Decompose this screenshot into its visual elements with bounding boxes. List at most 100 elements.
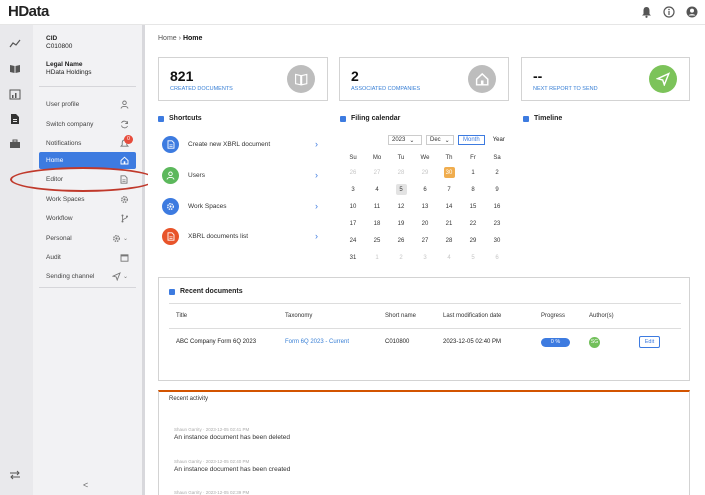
stat-card-next-report-to-send[interactable]: -- NEXT REPORT TO SEND: [521, 57, 690, 101]
year-select[interactable]: 2023 ⌄: [388, 135, 422, 145]
breadcrumb: Home › Home: [158, 35, 202, 42]
sidebar-item-workflow[interactable]: Workflow: [39, 210, 136, 227]
calendar-day[interactable]: 2: [485, 164, 509, 181]
shortcut-xbrl-documents-list[interactable]: XBRL documents list ›: [162, 225, 320, 247]
calendar-day[interactable]: 6: [413, 181, 437, 198]
transfer-icon[interactable]: [8, 468, 22, 482]
stat-number: 821: [170, 68, 194, 84]
home-icon: [468, 65, 496, 93]
cid-value: C010800: [46, 43, 73, 50]
sidebar-item-audit[interactable]: Audit: [39, 249, 136, 266]
column-header[interactable]: Progress: [541, 313, 589, 319]
briefcase-icon[interactable]: [8, 137, 22, 151]
year-view-button[interactable]: Year: [489, 135, 509, 145]
bell-icon[interactable]: [639, 5, 653, 19]
sidebar-item-sending-channel[interactable]: Sending channel ⌄: [39, 268, 136, 285]
edit-button[interactable]: Edit: [639, 336, 660, 348]
sidebar-item-home[interactable]: Home: [39, 152, 136, 169]
calendar-day[interactable]: 31: [341, 249, 365, 266]
column-header[interactable]: Short name: [385, 313, 443, 319]
calendar-day[interactable]: 16: [485, 198, 509, 215]
calendar-day[interactable]: 23: [485, 215, 509, 232]
shortcut-users[interactable]: Users ›: [162, 164, 320, 186]
sidebar-item-personal[interactable]: Personal ⌄: [39, 230, 136, 247]
document-icon[interactable]: [8, 112, 22, 126]
sidebar-item-label: Notifications: [46, 140, 82, 147]
calendar-day[interactable]: 27: [365, 164, 389, 181]
calendar-day[interactable]: 24: [341, 232, 365, 249]
book-icon[interactable]: [8, 62, 22, 76]
user-icon[interactable]: [685, 5, 699, 19]
calendar-day[interactable]: 19: [389, 215, 413, 232]
calendar-day[interactable]: 7: [437, 181, 461, 198]
calendar-day[interactable]: 5: [461, 249, 485, 266]
activity-text: An instance document has been deleted: [174, 434, 291, 441]
calendar-day[interactable]: 2: [389, 249, 413, 266]
sidebar-item-label: Switch company: [46, 121, 94, 128]
calendar-day[interactable]: 3: [341, 181, 365, 198]
calendar-day[interactable]: 9: [485, 181, 509, 198]
calendar-day-today[interactable]: 30: [443, 167, 455, 178]
calendar-day[interactable]: 4: [365, 181, 389, 198]
calendar-day[interactable]: 8: [461, 181, 485, 198]
taxonomy-link[interactable]: Form 6Q 2023 - Current: [285, 339, 385, 345]
sidebar-item-user-profile[interactable]: User profile: [39, 96, 136, 113]
sidebar-item-label: User profile: [46, 101, 80, 108]
month-select[interactable]: Dec ⌄: [426, 135, 454, 145]
calendar-day[interactable]: 27: [413, 232, 437, 249]
calendar-day[interactable]: 1: [365, 249, 389, 266]
calendar-day[interactable]: 13: [413, 198, 437, 215]
calendar-day[interactable]: 6: [485, 249, 509, 266]
collapse-sidebar-button[interactable]: <: [83, 480, 88, 490]
shortcut-label: Users: [188, 171, 205, 179]
calendar-day[interactable]: 28: [437, 232, 461, 249]
calendar-day[interactable]: 10: [341, 198, 365, 215]
calendar-day[interactable]: 17: [341, 215, 365, 232]
sidebar-item-editor[interactable]: Editor: [39, 171, 136, 188]
calendar-day[interactable]: 15: [461, 198, 485, 215]
document-icon: [162, 227, 179, 245]
column-header[interactable]: Author(s): [589, 313, 639, 319]
calendar-day[interactable]: 11: [365, 198, 389, 215]
calendar-day[interactable]: 30: [485, 232, 509, 249]
sidebar-item-label: Home: [46, 157, 64, 164]
column-header[interactable]: Title: [169, 313, 285, 319]
sidebar-item-work-spaces[interactable]: Work Spaces: [39, 191, 136, 208]
calendar-day[interactable]: 26: [389, 232, 413, 249]
calendar-day[interactable]: 29: [461, 232, 485, 249]
shortcut-work-spaces[interactable]: Work Spaces ›: [162, 195, 320, 217]
calendar-day[interactable]: 28: [389, 164, 413, 181]
stat-card-created-documents[interactable]: 821 CREATED DOCUMENTS: [158, 57, 328, 101]
documents-table: Title Taxonomy Short name Last modification…: [169, 303, 681, 355]
calendar-day[interactable]: 18: [365, 215, 389, 232]
calendar-day[interactable]: 25: [365, 232, 389, 249]
info-icon[interactable]: [662, 5, 676, 19]
calendar-day[interactable]: 29: [413, 164, 437, 181]
calendar-day[interactable]: 22: [461, 215, 485, 232]
calendar-day[interactable]: 21: [437, 215, 461, 232]
chart-add-icon[interactable]: [8, 87, 22, 101]
calendar-day[interactable]: 1: [461, 164, 485, 181]
calendar-controls: 2023 ⌄ Dec ⌄ Month Year: [388, 135, 509, 145]
month-view-button[interactable]: Month: [458, 135, 485, 145]
shortcut-create-new-xbrl-document[interactable]: Create new XBRL document ›: [162, 133, 320, 155]
calendar-day[interactable]: 4: [437, 249, 461, 266]
chevron-right-icon: ›: [315, 170, 318, 180]
calendar-day[interactable]: 26: [341, 164, 365, 181]
sidebar-item-notifications[interactable]: Notifications 0: [39, 134, 136, 152]
document-icon: [119, 175, 129, 185]
stat-card-associated-companies[interactable]: 2 ASSOCIATED COMPANIES: [339, 57, 509, 101]
calendar-day[interactable]: 12: [389, 198, 413, 215]
short-name: C010800: [385, 339, 410, 345]
breadcrumb-root[interactable]: Home: [158, 35, 177, 42]
app-logo[interactable]: HData: [8, 3, 49, 20]
column-header[interactable]: Taxonomy: [285, 313, 385, 319]
calendar-day[interactable]: 3: [413, 249, 437, 266]
column-header[interactable]: Last modification date: [443, 313, 541, 319]
calendar-day[interactable]: 5: [395, 184, 407, 195]
table-row[interactable]: ABC Company Form 6Q 2023 Form 6Q 2023 - C…: [169, 329, 681, 355]
calendar-day[interactable]: 14: [437, 198, 461, 215]
calendar-day[interactable]: 20: [413, 215, 437, 232]
sidebar-item-switch-company[interactable]: Switch company: [39, 116, 136, 133]
trend-icon[interactable]: [8, 37, 22, 51]
